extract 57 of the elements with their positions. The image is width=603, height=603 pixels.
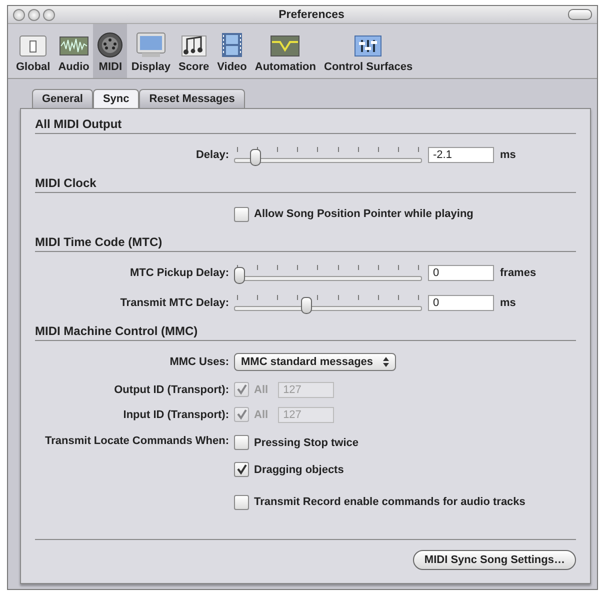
- slider-thumb[interactable]: [234, 267, 245, 284]
- toolbar-toggle-button[interactable]: [568, 9, 592, 20]
- section-heading: MIDI Time Code (MTC): [35, 235, 576, 252]
- slider-thumb[interactable]: [250, 149, 262, 166]
- toolbar-tab[interactable]: Automation: [250, 24, 320, 78]
- checkbox[interactable]: [234, 462, 249, 477]
- tab[interactable]: Sync: [92, 89, 140, 108]
- field-label: Input ID (Transport):: [122, 408, 229, 420]
- field-label: Transmit MTC Delay:: [119, 297, 229, 309]
- checkbox[interactable]: [234, 435, 249, 450]
- checkbox-label: Dragging objects: [254, 464, 344, 476]
- up-down-arrows-icon: [383, 357, 390, 367]
- music-notes-icon: [180, 34, 207, 58]
- checkbox-label: All: [254, 384, 268, 396]
- zoom-button[interactable]: [43, 8, 55, 20]
- checkbox-label: All: [254, 408, 268, 420]
- checkbox[interactable]: [234, 494, 249, 510]
- tab[interactable]: General: [32, 89, 93, 108]
- popup-menu[interactable]: MMC standard messages: [234, 353, 396, 371]
- toolbar-tab[interactable]: Video: [213, 24, 251, 78]
- field-label: MMC Uses:: [168, 356, 229, 368]
- midi-port-icon: [97, 32, 124, 58]
- sync-settings-button[interactable]: MIDI Sync Song Settings…: [413, 550, 576, 570]
- toolbar-tab[interactable]: Display: [127, 24, 175, 78]
- section-heading: MIDI Clock: [35, 176, 576, 193]
- field-label: Delay:: [194, 149, 229, 161]
- tab[interactable]: Reset Messages: [139, 89, 245, 108]
- section-heading: MIDI Machine Control (MMC): [35, 324, 576, 341]
- input-field[interactable]: 0: [428, 265, 494, 281]
- monitor-icon: [136, 32, 166, 58]
- checkbox-label: Allow Song Position Pointer while playing: [254, 208, 474, 220]
- curve-icon: [270, 34, 300, 58]
- close-button[interactable]: [13, 8, 25, 20]
- field-label: Output ID (Transport):: [113, 384, 229, 396]
- film-strip-icon: [221, 32, 243, 58]
- checkbox-label: Pressing Stop twice: [254, 436, 359, 448]
- section-heading: All MIDI Output: [35, 117, 576, 134]
- switch-icon: [19, 34, 48, 58]
- unit-label: ms: [500, 149, 516, 161]
- faders-icon: [354, 34, 382, 58]
- minimize-button[interactable]: [28, 8, 40, 20]
- input-field[interactable]: -2.1: [428, 147, 494, 163]
- checkbox-label: Transmit Record enable commands for audio tracks: [254, 496, 526, 508]
- field-label: MTC Pickup Delay:: [128, 267, 229, 279]
- toolbar-tab[interactable]: Score: [174, 24, 214, 78]
- waveform-icon: [58, 34, 89, 58]
- toolbar-tab[interactable]: Audio: [54, 24, 94, 78]
- unit-label: frames: [500, 267, 536, 279]
- field-label: Transmit Locate Commands When:: [44, 435, 229, 447]
- toolbar-tab[interactable]: MIDI: [93, 24, 128, 78]
- toolbar-tab[interactable]: Global: [12, 24, 54, 78]
- slider-thumb[interactable]: [300, 297, 312, 314]
- unit-label: ms: [500, 297, 516, 309]
- checkbox[interactable]: [234, 206, 249, 222]
- window-title: Preferences: [278, 8, 346, 20]
- input-field[interactable]: 0: [428, 295, 494, 311]
- toolbar-tab[interactable]: Control Surfaces: [320, 24, 417, 78]
